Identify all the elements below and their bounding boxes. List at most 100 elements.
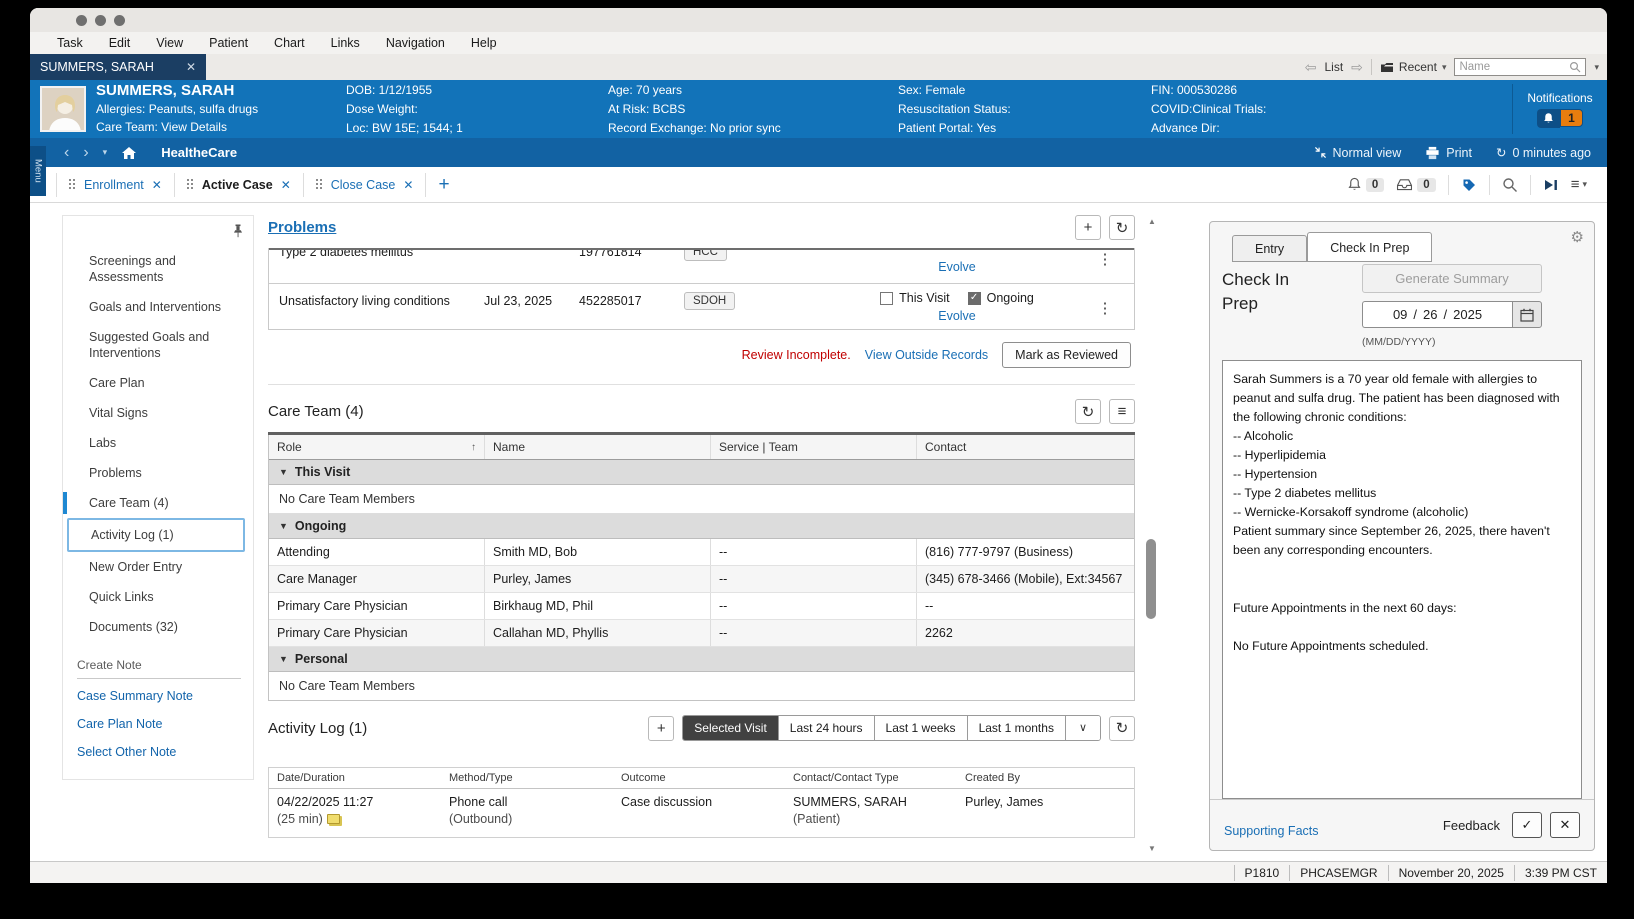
- care-team-menu-button[interactable]: ≡: [1109, 399, 1135, 424]
- search-options-chevron-icon[interactable]: ▾: [1594, 62, 1599, 73]
- history-dropdown-icon[interactable]: ▾: [103, 147, 108, 158]
- sidebar-item-new-order-entry[interactable]: New Order Entry: [63, 552, 253, 582]
- tab-enrollment[interactable]: Enrollment ✕: [56, 173, 175, 197]
- tab-entry[interactable]: Entry: [1232, 235, 1307, 262]
- page-menu-button[interactable]: ≡ ▾: [1571, 177, 1587, 192]
- filter-selected-visit[interactable]: Selected Visit: [683, 716, 779, 740]
- tab-active-case[interactable]: Active Case ✕: [175, 173, 304, 197]
- group-this-visit[interactable]: ▼ This Visit: [269, 460, 1134, 485]
- care-team-row[interactable]: Primary Care Physician Callahan MD, Phyl…: [269, 620, 1134, 647]
- pin-icon[interactable]: [233, 224, 243, 238]
- patient-search-input[interactable]: Name: [1454, 58, 1586, 76]
- sidebar-item-quick-links[interactable]: Quick Links: [63, 582, 253, 612]
- column-created-by[interactable]: Created By: [957, 768, 1134, 788]
- care-team-row[interactable]: Primary Care Physician Birkhaug MD, Phil…: [269, 593, 1134, 620]
- generate-summary-button[interactable]: Generate Summary: [1362, 264, 1542, 293]
- window-control-dot[interactable]: [76, 15, 87, 26]
- window-control-dot[interactable]: [114, 15, 125, 26]
- menu-patient[interactable]: Patient: [196, 36, 261, 50]
- refresh-status-button[interactable]: ↻ 0 minutes ago: [1496, 145, 1591, 160]
- patient-tab[interactable]: SUMMERS, SARAH ✕: [30, 54, 206, 80]
- sidebar-item-activity-log[interactable]: Activity Log (1): [67, 518, 245, 552]
- alerts-button[interactable]: 0: [1347, 177, 1384, 192]
- menu-navigation[interactable]: Navigation: [373, 36, 458, 50]
- care-plan-note-link[interactable]: Care Plan Note: [63, 707, 253, 735]
- scroll-up-icon[interactable]: ▲: [1145, 217, 1159, 226]
- feedback-positive-button[interactable]: ✓: [1512, 812, 1542, 838]
- sidebar-item-goals-interventions[interactable]: Goals and Interventions: [63, 292, 253, 322]
- tag-icon[interactable]: [1461, 177, 1477, 193]
- tab-close-case-close-icon[interactable]: ✕: [403, 178, 413, 192]
- patient-tab-close-icon[interactable]: ✕: [186, 60, 196, 74]
- window-control-dot[interactable]: [95, 15, 106, 26]
- inbox-button[interactable]: 0: [1396, 178, 1435, 192]
- sidebar-item-care-plan[interactable]: Care Plan: [63, 368, 253, 398]
- summary-textarea[interactable]: Sarah Summers is a 70 year old female wi…: [1222, 360, 1582, 799]
- sidebar-item-labs[interactable]: Labs: [63, 428, 253, 458]
- sidebar-item-vital-signs[interactable]: Vital Signs: [63, 398, 253, 428]
- normal-view-button[interactable]: Normal view: [1314, 146, 1402, 160]
- notifications-button[interactable]: 1: [1537, 109, 1583, 128]
- menu-view[interactable]: View: [143, 36, 196, 50]
- sidebar-item-documents[interactable]: Documents (32): [63, 612, 253, 642]
- care-team-row[interactable]: Care Manager Purley, James -- (345) 678-…: [269, 566, 1134, 593]
- refresh-activity-button[interactable]: ↻: [1109, 716, 1135, 741]
- care-team-row[interactable]: Attending Smith MD, Bob -- (816) 777-979…: [269, 539, 1134, 566]
- column-role[interactable]: Role ↑: [269, 435, 485, 459]
- supporting-facts-link[interactable]: Supporting Facts: [1224, 824, 1319, 838]
- care-team-view-details[interactable]: Care Team: View Details: [96, 118, 346, 136]
- refresh-problems-button[interactable]: ↻: [1109, 215, 1135, 240]
- menu-help[interactable]: Help: [458, 36, 510, 50]
- column-contact[interactable]: Contact: [917, 435, 1134, 459]
- add-problem-button[interactable]: +: [1075, 215, 1101, 240]
- problems-title-link[interactable]: Problems: [268, 219, 336, 236]
- column-name[interactable]: Name: [485, 435, 711, 459]
- row-menu-icon[interactable]: ⋮: [1082, 248, 1128, 268]
- column-date-duration[interactable]: Date/Duration: [269, 768, 441, 788]
- sidebar-item-care-team[interactable]: Care Team (4): [63, 488, 253, 518]
- add-tab-button[interactable]: +: [438, 174, 449, 196]
- skip-to-panel-icon[interactable]: [1543, 178, 1559, 192]
- gear-icon[interactable]: ⚙: [1571, 228, 1584, 246]
- tab-close-case[interactable]: Close Case ✕: [304, 173, 427, 197]
- drag-handle-icon[interactable]: [69, 179, 76, 190]
- main-scrollbar[interactable]: ▲ ▼: [1145, 217, 1159, 853]
- row-menu-icon[interactable]: ⋮: [1082, 291, 1128, 317]
- menu-edit[interactable]: Edit: [96, 36, 144, 50]
- filter-last-24-hours[interactable]: Last 24 hours: [779, 716, 875, 740]
- refresh-care-team-button[interactable]: ↻: [1075, 399, 1101, 424]
- sidebar-item-problems[interactable]: Problems: [63, 458, 253, 488]
- ongoing-checkbox[interactable]: ✓ Ongoing: [968, 291, 1034, 305]
- scrollbar-thumb[interactable]: [1146, 539, 1156, 619]
- column-contact-type[interactable]: Contact/Contact Type: [785, 768, 957, 788]
- group-personal[interactable]: ▼ Personal: [269, 647, 1134, 672]
- calendar-button[interactable]: [1512, 301, 1542, 328]
- tab-enrollment-close-icon[interactable]: ✕: [152, 178, 162, 192]
- list-prev-icon[interactable]: ⇦: [1305, 59, 1317, 76]
- search-icon[interactable]: [1502, 177, 1518, 193]
- forward-button[interactable]: ›: [83, 145, 88, 161]
- tab-check-in-prep[interactable]: Check In Prep: [1307, 232, 1432, 262]
- activity-row[interactable]: 04/22/2025 11:27 (25 min) Phone call (Ou…: [269, 789, 1134, 837]
- mark-as-reviewed-button[interactable]: Mark as Reviewed: [1002, 342, 1131, 368]
- drag-handle-icon[interactable]: [316, 179, 323, 190]
- menu-task[interactable]: Task: [44, 36, 96, 50]
- this-visit-checkbox[interactable]: This Visit: [880, 291, 949, 305]
- problem-row[interactable]: Unsatisfactory living conditions Jul 23,…: [269, 284, 1134, 329]
- column-service-team[interactable]: Service | Team: [711, 435, 917, 459]
- view-outside-records-link[interactable]: View Outside Records: [865, 348, 988, 362]
- home-icon[interactable]: [121, 146, 137, 160]
- select-other-note-link[interactable]: Select Other Note: [63, 735, 253, 763]
- sidebar-item-suggested-goals[interactable]: Suggested Goals and Interventions: [63, 322, 253, 368]
- feedback-negative-button[interactable]: ✕: [1550, 812, 1580, 838]
- drag-handle-icon[interactable]: [187, 179, 194, 190]
- filter-last-1-months[interactable]: Last 1 months: [968, 716, 1066, 740]
- evolve-link[interactable]: Evolve: [938, 260, 976, 274]
- problem-row-clipped[interactable]: Type 2 diabetes mellitus 197761814 HCC E…: [269, 248, 1134, 284]
- list-next-icon[interactable]: ⇨: [1351, 59, 1363, 76]
- filter-last-1-weeks[interactable]: Last 1 weeks: [875, 716, 968, 740]
- evolve-link[interactable]: Evolve: [938, 309, 976, 323]
- menu-side-tab[interactable]: Menu: [30, 146, 46, 196]
- recent-dropdown[interactable]: Recent ▾: [1380, 60, 1447, 74]
- filter-more-chevron-icon[interactable]: ∨: [1066, 716, 1100, 740]
